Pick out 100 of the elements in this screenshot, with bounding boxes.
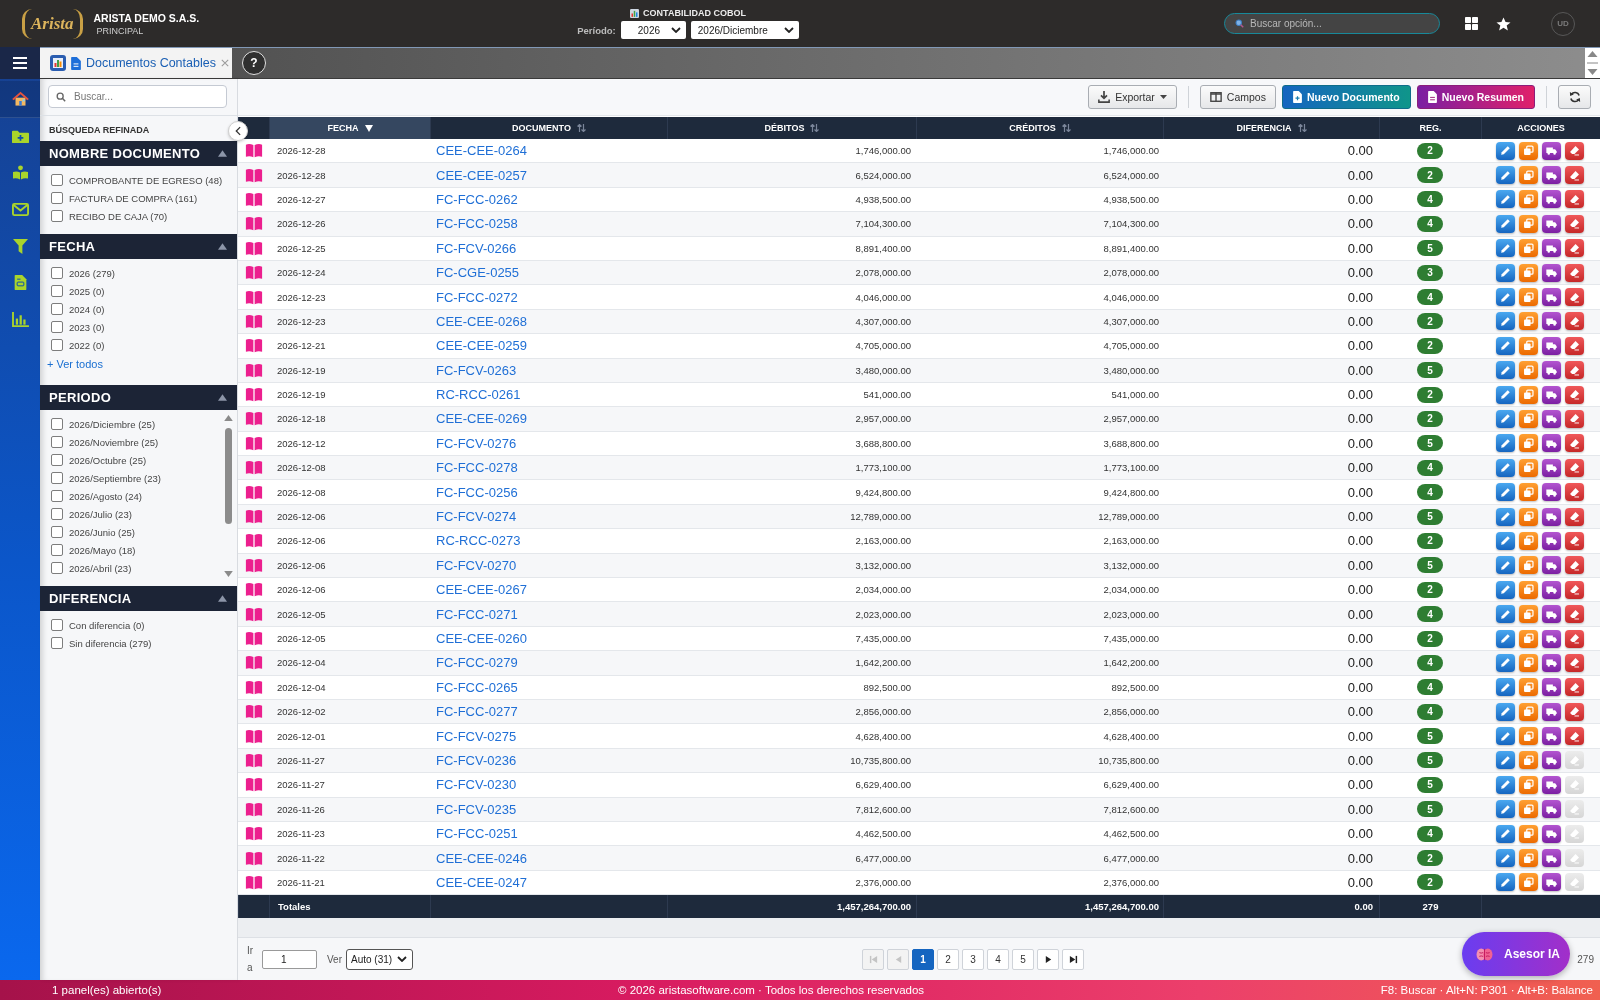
assistant-button[interactable]: Asesor IA xyxy=(1462,932,1570,976)
checkbox[interactable] xyxy=(51,267,63,279)
checkbox[interactable] xyxy=(51,339,63,351)
section-header[interactable]: PERIODO xyxy=(40,385,237,410)
filter-option[interactable]: 2026/Noviembre (25) xyxy=(69,436,159,448)
document-link[interactable]: FC-FCV-0263 xyxy=(436,362,517,378)
scroll-up-icon[interactable] xyxy=(224,415,233,421)
edit-button[interactable] xyxy=(1496,458,1515,477)
new-document-button[interactable]: Nuevo Documento xyxy=(1281,85,1411,109)
filter-option[interactable]: 2026/Julio (23) xyxy=(69,508,132,520)
refresh-button[interactable] xyxy=(1558,85,1591,109)
truck-button[interactable] xyxy=(1542,678,1561,697)
erase-button[interactable] xyxy=(1565,410,1584,428)
document-link[interactable]: FC-FCV-0266 xyxy=(436,240,517,256)
truck-button[interactable] xyxy=(1542,434,1561,453)
truck-button[interactable] xyxy=(1542,288,1561,307)
checkbox[interactable] xyxy=(51,490,63,502)
section-header[interactable]: FECHA xyxy=(40,234,237,259)
filter-option[interactable]: 2026/Mayo (18) xyxy=(69,544,136,556)
truck-button[interactable] xyxy=(1542,605,1561,624)
page-button[interactable]: 1 xyxy=(912,948,934,970)
checkbox[interactable] xyxy=(51,285,63,297)
edit-button[interactable] xyxy=(1496,531,1515,550)
truck-button[interactable] xyxy=(1542,190,1561,209)
search-field[interactable]: Buscar opción... xyxy=(1224,13,1440,34)
truck-button[interactable] xyxy=(1542,507,1561,526)
document-link[interactable]: CEE-CEE-0257 xyxy=(436,167,528,183)
erase-button[interactable] xyxy=(1565,653,1584,672)
grid-icon[interactable] xyxy=(1465,17,1478,30)
truck-button[interactable] xyxy=(1542,385,1561,404)
document-link[interactable]: CEE-CEE-0259 xyxy=(436,338,528,354)
truck-button[interactable] xyxy=(1542,556,1561,575)
checkbox[interactable] xyxy=(51,192,63,204)
erase-button[interactable] xyxy=(1565,214,1584,233)
edit-button[interactable] xyxy=(1496,727,1515,746)
filter-option[interactable]: 2026/Abril (23) xyxy=(69,562,132,574)
erase-button[interactable] xyxy=(1565,727,1584,746)
document-link[interactable]: FC-FCC-0251 xyxy=(436,826,518,842)
filter-option[interactable]: 2025 (0) xyxy=(69,285,105,297)
checkbox[interactable] xyxy=(51,526,63,538)
document-link[interactable]: FC-FCC-0262 xyxy=(436,191,518,207)
erase-button[interactable] xyxy=(1565,190,1584,209)
erase-button[interactable] xyxy=(1565,458,1584,477)
edit-button[interactable] xyxy=(1496,336,1515,355)
checkbox[interactable] xyxy=(51,303,63,315)
truck-button[interactable] xyxy=(1542,751,1561,770)
truck-button[interactable] xyxy=(1542,580,1561,599)
erase-button[interactable] xyxy=(1565,605,1584,624)
last-page-button[interactable] xyxy=(1062,948,1084,970)
truck-button[interactable] xyxy=(1542,458,1561,477)
truck-button[interactable] xyxy=(1542,531,1561,550)
tab[interactable]: Documentos Contables xyxy=(40,48,232,78)
checkbox[interactable] xyxy=(51,454,63,466)
truck-button[interactable] xyxy=(1542,702,1561,721)
filter-option[interactable]: 2026/Octubre (25) xyxy=(69,454,147,466)
erase-button[interactable] xyxy=(1565,678,1584,697)
star-icon[interactable] xyxy=(1496,16,1511,31)
erase-button[interactable] xyxy=(1565,629,1584,648)
edit-button[interactable] xyxy=(1496,873,1515,892)
export-button[interactable]: Exportar xyxy=(1088,85,1177,109)
section-header[interactable]: NOMBRE DOCUMENTO xyxy=(40,141,237,166)
edit-button[interactable] xyxy=(1496,629,1515,648)
filter-option[interactable]: COMPROBANTE DE EGRESO (48) xyxy=(69,174,223,186)
next-page-button[interactable] xyxy=(1037,948,1059,970)
document-link[interactable]: CEE-CEE-0267 xyxy=(436,582,528,598)
filter-option[interactable]: Con diferencia (0) xyxy=(69,619,145,631)
edit-button[interactable] xyxy=(1496,653,1515,672)
year-select[interactable]: 2026 xyxy=(620,21,686,39)
edit-button[interactable] xyxy=(1496,166,1515,185)
erase-button[interactable] xyxy=(1565,483,1584,502)
document-link[interactable]: CEE-CEE-0268 xyxy=(436,313,528,329)
document-link[interactable]: FC-FCC-0278 xyxy=(436,460,518,476)
truck-button[interactable] xyxy=(1542,166,1561,185)
truck-button[interactable] xyxy=(1542,312,1561,331)
checkbox[interactable] xyxy=(51,637,63,649)
fields-button[interactable]: Campos xyxy=(1199,85,1276,109)
document-link[interactable]: FC-FCC-0271 xyxy=(436,606,518,622)
document-link[interactable]: FC-FCC-0272 xyxy=(436,289,518,305)
filter-option[interactable]: 2023 (0) xyxy=(69,321,105,333)
edit-button[interactable] xyxy=(1496,263,1515,282)
document-link[interactable]: CEE-CEE-0264 xyxy=(436,143,528,159)
scrollbar[interactable] xyxy=(224,415,233,577)
filter-option[interactable]: 2026/Septiembre (23) xyxy=(69,472,161,484)
menu-button[interactable] xyxy=(0,47,40,79)
edit-button[interactable] xyxy=(1496,214,1515,233)
erase-button[interactable] xyxy=(1565,556,1584,575)
help-button[interactable]: ? xyxy=(242,51,266,75)
document-link[interactable]: FC-FCV-0235 xyxy=(436,801,517,817)
checkbox[interactable] xyxy=(51,174,63,186)
truck-button[interactable] xyxy=(1542,800,1561,819)
truck-button[interactable] xyxy=(1542,141,1561,160)
column-header[interactable]: FECHA xyxy=(269,117,430,139)
scroll-thumb[interactable] xyxy=(225,428,232,524)
section-header[interactable]: DIFERENCIA xyxy=(40,586,237,611)
filter-option[interactable]: Sin diferencia (279) xyxy=(69,637,152,649)
edit-button[interactable] xyxy=(1496,483,1515,502)
edit-button[interactable] xyxy=(1496,434,1515,453)
checkbox[interactable] xyxy=(51,210,63,222)
truck-button[interactable] xyxy=(1542,263,1561,282)
document-link[interactable]: RC-RCC-0261 xyxy=(436,387,521,403)
